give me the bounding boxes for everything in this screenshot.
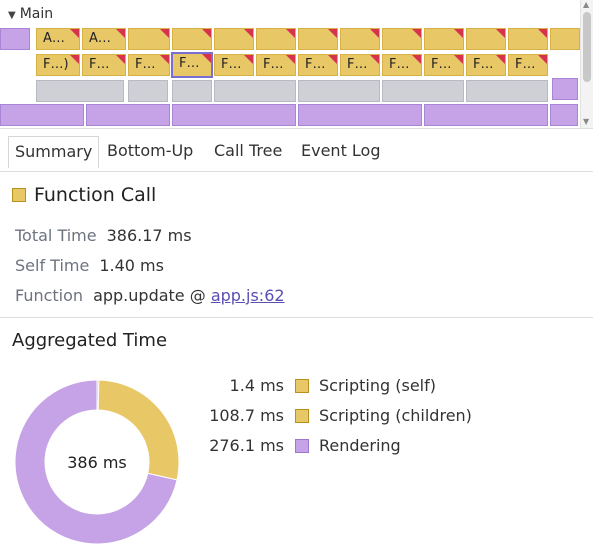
total-time-row: Total Time 386.17 ms <box>15 226 192 245</box>
flame-block[interactable]: F… <box>382 54 422 76</box>
flame-block[interactable] <box>550 28 580 50</box>
legend-value: 108.7 ms <box>209 406 284 425</box>
event-title-text: Function Call <box>34 184 157 206</box>
flame-block[interactable]: F…) <box>36 54 80 76</box>
legend-label: Scripting (children) <box>319 406 472 425</box>
flame-block[interactable] <box>86 104 170 126</box>
flame-block[interactable] <box>550 104 578 126</box>
scrollbar-thumb[interactable] <box>583 12 591 82</box>
disclosure-triangle-icon[interactable]: ▼ <box>8 10 16 21</box>
aggregated-time-panel: Aggregated Time 386 ms 1.4 ms Scripting … <box>0 318 593 553</box>
flame-block[interactable] <box>424 104 548 126</box>
flame-block[interactable] <box>424 28 464 50</box>
donut-center-label: 386 ms <box>67 453 127 472</box>
flame-block[interactable] <box>128 28 170 50</box>
flame-block[interactable] <box>0 104 84 126</box>
flame-block[interactable]: A… <box>82 28 126 50</box>
scroll-down-icon[interactable]: ▼ <box>583 117 589 126</box>
details-tabbar: Summary Bottom-Up Call Tree Event Log <box>0 128 593 172</box>
legend-row: 1.4 ms Scripting (self) <box>200 376 530 406</box>
flame-block[interactable]: F… <box>466 54 506 76</box>
flame-block[interactable]: F… <box>82 54 126 76</box>
flame-block[interactable] <box>298 104 422 126</box>
flame-block[interactable]: A… <box>36 28 80 50</box>
scripting-color-swatch <box>12 188 26 202</box>
tab-event-log[interactable]: Event Log <box>295 136 387 166</box>
flame-block[interactable] <box>128 80 168 102</box>
flame-block[interactable] <box>382 28 422 50</box>
legend-label: Rendering <box>319 436 401 455</box>
legend-swatch <box>295 439 309 453</box>
self-time-row: Self Time 1.40 ms <box>15 256 164 275</box>
legend-label: Scripting (self) <box>319 376 436 395</box>
function-name: app.update @ <box>93 286 211 305</box>
flame-block[interactable]: F… <box>214 54 254 76</box>
flame-block[interactable]: F… <box>508 54 548 76</box>
self-time-label: Self Time <box>15 256 90 275</box>
summary-panel: Function Call Total Time 386.17 ms Self T… <box>0 172 593 318</box>
flame-block[interactable]: F… <box>340 54 380 76</box>
tab-bottom-up[interactable]: Bottom-Up <box>101 136 199 166</box>
flame-block[interactable]: F… <box>256 54 296 76</box>
flame-block[interactable]: F… <box>298 54 338 76</box>
legend-value: 1.4 ms <box>229 376 284 395</box>
event-title: Function Call <box>12 184 156 206</box>
flame-block[interactable] <box>172 104 296 126</box>
flame-block[interactable] <box>256 28 296 50</box>
flame-block[interactable] <box>466 28 506 50</box>
scroll-up-icon[interactable]: ▲ <box>583 0 589 9</box>
legend-swatch <box>295 409 309 423</box>
total-time-value: 386.17 ms <box>106 226 192 245</box>
flame-block[interactable] <box>298 28 338 50</box>
flame-block[interactable] <box>214 28 254 50</box>
flame-block[interactable]: F… <box>128 54 170 76</box>
flame-block[interactable] <box>214 80 296 102</box>
flame-block[interactable] <box>340 28 380 50</box>
self-time-value: 1.40 ms <box>99 256 164 275</box>
aggregated-donut-chart: 386 ms <box>14 379 180 545</box>
legend-swatch <box>295 379 309 393</box>
flame-block-selected[interactable]: F… <box>171 52 213 78</box>
flame-block[interactable] <box>508 28 548 50</box>
tab-summary[interactable]: Summary <box>8 136 100 169</box>
source-link[interactable]: app.js:62 <box>211 286 285 305</box>
function-label: Function <box>15 286 84 305</box>
flame-block[interactable] <box>172 28 212 50</box>
aggregated-legend: 1.4 ms Scripting (self) 108.7 ms Scripti… <box>200 376 530 466</box>
flame-block[interactable] <box>36 80 124 102</box>
main-track-header[interactable]: ▼ Main <box>8 6 53 22</box>
flame-block[interactable] <box>0 28 30 50</box>
function-row: Function app.update @ app.js:62 <box>15 286 285 305</box>
total-time-label: Total Time <box>15 226 97 245</box>
flame-block[interactable] <box>298 80 380 102</box>
flame-block[interactable] <box>382 80 464 102</box>
flame-block[interactable] <box>172 80 212 102</box>
flame-block[interactable] <box>466 80 548 102</box>
legend-value: 276.1 ms <box>209 436 284 455</box>
flame-block[interactable]: F… <box>424 54 464 76</box>
legend-row: 276.1 ms Rendering <box>200 436 530 466</box>
tab-call-tree[interactable]: Call Tree <box>208 136 288 166</box>
flame-chart[interactable]: ▼ Main A… A… F…) F… F… F… F… F… F… F… F… … <box>0 0 593 128</box>
flame-scrollbar[interactable]: ▲ ▼ <box>580 0 593 128</box>
flame-block[interactable] <box>552 78 578 100</box>
legend-row: 108.7 ms Scripting (children) <box>200 406 530 436</box>
main-track-label: Main <box>19 6 54 22</box>
